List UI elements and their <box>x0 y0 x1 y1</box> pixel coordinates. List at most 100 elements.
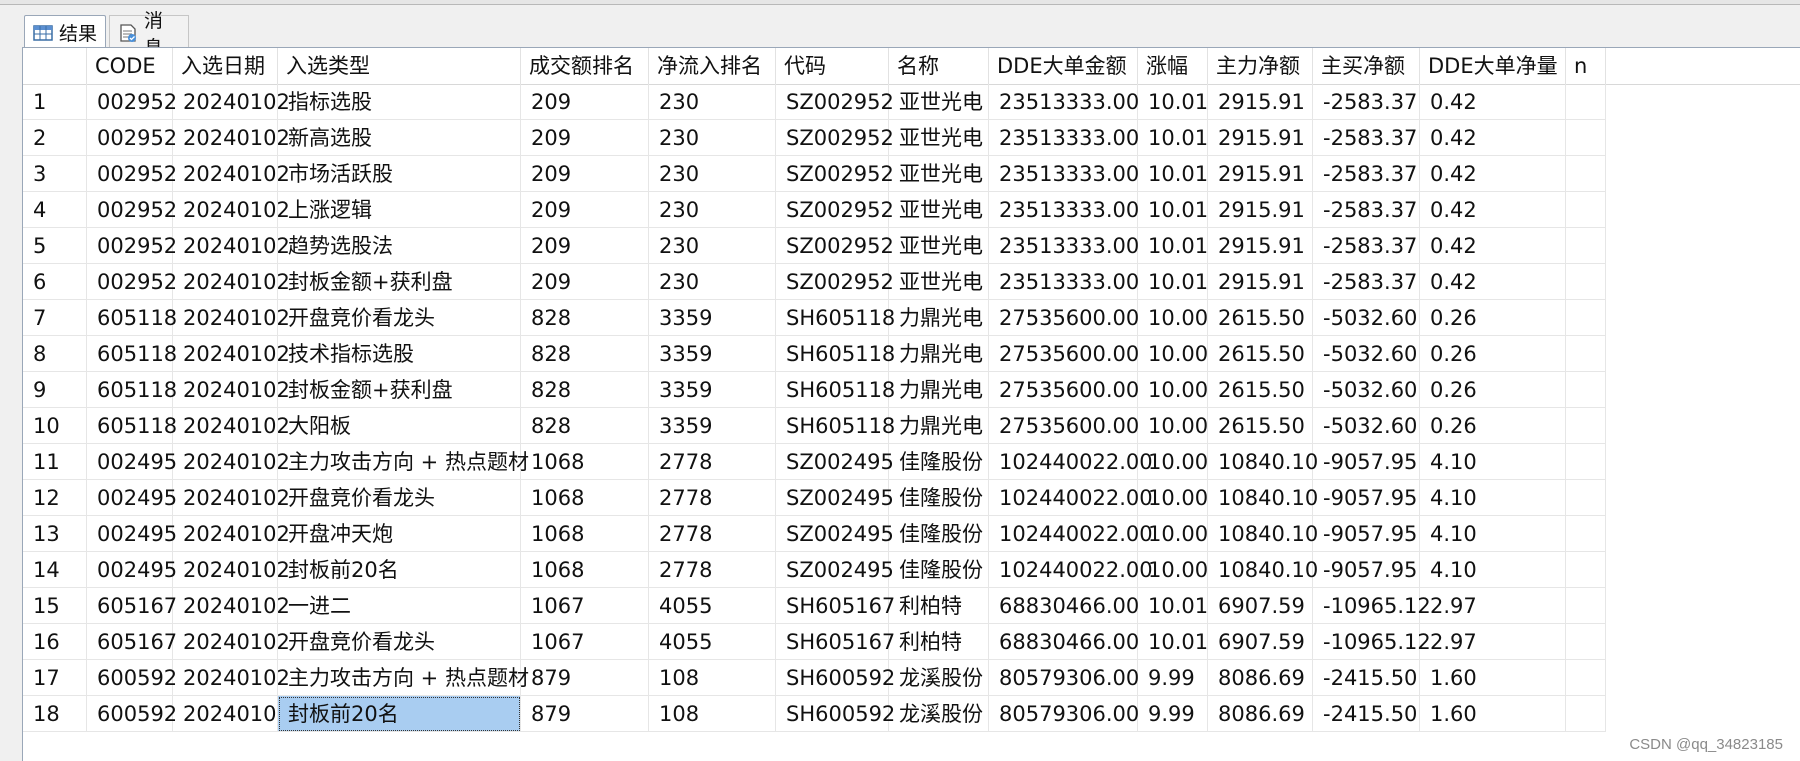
table-cell[interactable]: 209 <box>521 84 649 120</box>
table-cell[interactable]: 开盘竞价看龙头 <box>278 480 521 516</box>
column-header[interactable]: 代码 <box>776 48 889 84</box>
table-cell[interactable]: 利柏特 <box>889 624 989 660</box>
tab-messages[interactable]: 消息 <box>109 10 189 59</box>
table-cell[interactable]: 10.00 <box>1138 480 1208 516</box>
column-header[interactable]: n <box>1566 48 1606 84</box>
table-cell[interactable]: 20240102 <box>173 156 290 192</box>
table-cell-overflow[interactable] <box>1566 192 1606 228</box>
table-cell[interactable]: 102440022.00 <box>989 552 1153 588</box>
table-cell-overflow[interactable] <box>1566 84 1606 120</box>
table-row[interactable]: 11 002495 20240102 主力攻击方向 + 热点题材 1068 2778 SZ0… <box>23 444 1800 480</box>
table-cell[interactable]: 力鼎光电 <box>889 300 989 336</box>
table-cell[interactable]: 002952 <box>87 156 177 192</box>
table-cell[interactable]: 3359 <box>649 300 776 336</box>
table-cell[interactable]: 002952 <box>87 228 177 264</box>
table-cell[interactable]: -5032.60 <box>1313 336 1420 372</box>
table-cell[interactable]: 佳隆股份 <box>889 552 989 588</box>
table-cell[interactable]: 9.99 <box>1138 696 1208 732</box>
table-cell[interactable]: 68830466.00 <box>989 624 1139 660</box>
table-row[interactable]: 14 002495 20240102 封板前20名 1068 2778 SZ002495 佳隆… <box>23 552 1800 588</box>
row-number[interactable]: 18 <box>23 696 87 732</box>
table-cell[interactable]: 27535600.00 <box>989 372 1139 408</box>
row-number[interactable]: 17 <box>23 660 87 696</box>
table-cell[interactable]: 605167 <box>87 588 177 624</box>
row-number[interactable]: 16 <box>23 624 87 660</box>
table-row[interactable]: 6 002952 20240102 封板金额+获利盘 209 230 SZ002952 亚世光… <box>23 264 1800 300</box>
row-number[interactable]: 5 <box>23 228 87 264</box>
table-cell[interactable]: 6907.59 <box>1208 588 1313 624</box>
table-cell[interactable]: -2583.37 <box>1313 264 1420 300</box>
table-cell[interactable]: 10.01 <box>1138 588 1208 624</box>
table-row[interactable]: 5 002952 20240102 趋势选股法 209 230 SZ002952 亚世光电 23… <box>23 228 1800 264</box>
table-cell-overflow[interactable] <box>1566 120 1606 156</box>
table-cell[interactable]: 2.97 <box>1420 624 1566 660</box>
table-cell[interactable]: 10840.10 <box>1208 552 1318 588</box>
table-row[interactable]: 18 600592 20240102 封板前20名 879 108 SH600592 龙溪股份… <box>23 696 1800 732</box>
table-cell[interactable]: 10.01 <box>1138 84 1208 120</box>
table-cell[interactable]: 2778 <box>649 444 776 480</box>
table-cell[interactable]: 2915.91 <box>1208 120 1313 156</box>
table-cell-overflow[interactable] <box>1566 228 1606 264</box>
table-cell[interactable]: 600592 <box>87 660 177 696</box>
table-cell[interactable]: 利柏特 <box>889 588 989 624</box>
row-number[interactable]: 8 <box>23 336 87 372</box>
column-header[interactable]: 涨幅 <box>1138 48 1208 84</box>
table-cell[interactable]: 10840.10 <box>1208 480 1318 516</box>
table-cell[interactable]: 80579306.00 <box>989 660 1139 696</box>
table-cell[interactable]: SZ002495 <box>776 552 894 588</box>
table-cell[interactable]: 828 <box>521 300 649 336</box>
table-cell[interactable]: 102440022.00 <box>989 480 1153 516</box>
table-cell-overflow[interactable] <box>1566 624 1606 660</box>
table-cell[interactable]: 23513333.00 <box>989 120 1139 156</box>
table-cell-overflow[interactable] <box>1566 372 1606 408</box>
table-cell[interactable]: -2583.37 <box>1313 84 1420 120</box>
table-cell-overflow[interactable] <box>1566 552 1606 588</box>
table-cell[interactable]: 4055 <box>649 588 776 624</box>
table-row[interactable]: 4 002952 20240102 上涨逻辑 209 230 SZ002952 亚世光电 235… <box>23 192 1800 228</box>
table-cell[interactable]: 4.10 <box>1420 444 1566 480</box>
table-cell[interactable]: -2415.50 <box>1313 696 1420 732</box>
table-cell[interactable]: 20240102 <box>173 444 290 480</box>
table-cell[interactable]: 230 <box>649 192 776 228</box>
table-cell[interactable]: 1.60 <box>1420 660 1566 696</box>
table-cell[interactable]: 80579306.00 <box>989 696 1139 732</box>
table-cell[interactable]: 10840.10 <box>1208 444 1318 480</box>
row-number[interactable]: 14 <box>23 552 87 588</box>
table-cell[interactable]: 封板前20名 <box>278 696 521 732</box>
column-header[interactable]: 入选日期 <box>173 48 278 84</box>
table-cell[interactable]: -5032.60 <box>1313 300 1420 336</box>
table-cell[interactable]: 主力攻击方向 + 热点题材 <box>278 444 529 480</box>
table-cell[interactable]: 10.01 <box>1138 624 1208 660</box>
table-cell[interactable]: 封板前20名 <box>278 552 521 588</box>
column-header[interactable]: 主力净额 <box>1208 48 1313 84</box>
row-number[interactable]: 15 <box>23 588 87 624</box>
table-cell-overflow[interactable] <box>1566 588 1606 624</box>
table-cell[interactable]: 指标选股 <box>278 84 521 120</box>
table-cell[interactable]: 20240102 <box>173 300 290 336</box>
table-cell[interactable]: SH605167 <box>776 624 895 660</box>
table-cell[interactable]: 龙溪股份 <box>889 696 989 732</box>
table-cell[interactable]: 0.42 <box>1420 228 1566 264</box>
table-cell[interactable]: 2915.91 <box>1208 192 1313 228</box>
table-cell[interactable]: 主力攻击方向 + 热点题材 <box>278 660 529 696</box>
table-cell[interactable]: 6907.59 <box>1208 624 1313 660</box>
table-cell[interactable]: SH605118 <box>776 336 895 372</box>
table-cell[interactable]: 力鼎光电 <box>889 336 989 372</box>
column-header[interactable]: DDE大单金额 <box>989 48 1138 84</box>
table-cell[interactable]: 新高选股 <box>278 120 521 156</box>
table-cell[interactable]: 亚世光电 <box>889 156 989 192</box>
table-cell[interactable]: 27535600.00 <box>989 336 1139 372</box>
table-cell[interactable]: 108 <box>649 696 776 732</box>
table-cell-overflow[interactable] <box>1566 408 1606 444</box>
table-cell[interactable]: SH605167 <box>776 588 895 624</box>
table-cell[interactable]: 3359 <box>649 408 776 444</box>
table-cell[interactable]: 20240102 <box>173 336 290 372</box>
table-cell[interactable]: 605118 <box>87 336 177 372</box>
table-row[interactable]: 1 002952 20240102 指标选股 209 230 SZ002952 亚世光电 235… <box>23 84 1800 120</box>
table-cell[interactable]: 23513333.00 <box>989 84 1139 120</box>
table-cell[interactable]: 1068 <box>521 444 649 480</box>
table-cell[interactable]: 828 <box>521 408 649 444</box>
table-cell[interactable]: 1068 <box>521 480 649 516</box>
table-row[interactable]: 12 002495 20240102 开盘竞价看龙头 1068 2778 SZ002495 佳… <box>23 480 1800 516</box>
table-cell[interactable]: 2915.91 <box>1208 228 1313 264</box>
